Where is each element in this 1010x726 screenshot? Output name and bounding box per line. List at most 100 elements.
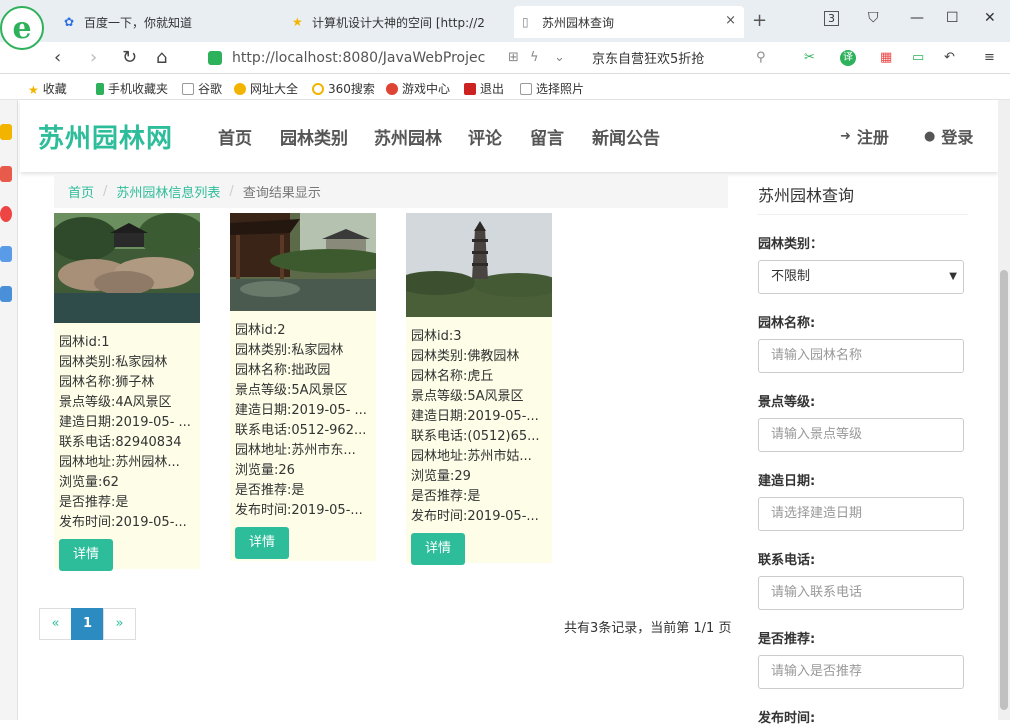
address-bar: ‹ › ↻ ⌂ http://localhost:8080/JavaWebPro… — [0, 42, 1010, 74]
nav-garden-category[interactable]: 园林类别 — [280, 124, 348, 149]
tab-suzhou-query[interactable]: ▯ 苏州园林查询 × — [514, 6, 744, 38]
prev-page-button[interactable]: « — [39, 608, 72, 640]
garden-address: 园林地址:苏州市东... — [235, 443, 356, 458]
bookmark-favorites[interactable]: ★ 收藏 — [28, 80, 67, 97]
garden-phone: 联系电话:(0512)65... — [411, 429, 540, 444]
breadcrumb-list[interactable]: 苏州园林信息列表 — [116, 182, 220, 201]
garden-level: 景点等级:5A风景区 — [235, 383, 348, 398]
sign-in-icon: ➜ — [840, 128, 851, 144]
garden-info: 园林id:1 园林类别:私家园林 园林名称:狮子林 景点等级:4A风景区 建造日… — [54, 327, 200, 533]
file-icon[interactable] — [0, 286, 12, 302]
bookmark-logout[interactable]: 退出 — [464, 80, 504, 97]
new-tab-button[interactable]: + — [752, 10, 767, 31]
undo-icon[interactable]: ↶ — [944, 50, 955, 65]
bookmark-label: 退出 — [480, 82, 505, 96]
garden-views: 浏览量:26 — [235, 463, 295, 478]
star-icon[interactable] — [0, 124, 12, 140]
forward-icon[interactable]: › — [90, 47, 97, 68]
register-link[interactable]: ➜ 注册 — [840, 124, 889, 148]
bookmark-label: 选择照片 — [536, 82, 585, 96]
plus-circle-icon — [234, 82, 246, 95]
window-close-icon[interactable]: ✕ — [984, 10, 996, 26]
detail-button[interactable]: 详情 — [235, 527, 289, 559]
phone-label: 联系电话: — [758, 553, 816, 568]
garden-address: 园林地址:苏州园林... — [59, 455, 180, 470]
close-icon[interactable]: × — [725, 13, 736, 28]
back-icon[interactable]: ‹ — [54, 47, 61, 68]
breadcrumb-separator: / — [103, 183, 108, 199]
bookmark-sites[interactable]: 网址大全 — [234, 80, 298, 97]
battery-icon[interactable]: ▭ — [912, 50, 924, 65]
menu-icon[interactable]: ≡ — [984, 50, 995, 65]
lightning-icon[interactable]: ϟ — [530, 50, 539, 65]
breadcrumb: 首页 / 苏州园林信息列表 / 查询结果显示 — [54, 174, 728, 208]
detail-button[interactable]: 详情 — [411, 533, 465, 565]
reload-icon[interactable]: ↻ — [122, 47, 137, 68]
category-label: 园林类别： — [758, 237, 824, 252]
maximize-icon[interactable]: ☐ — [946, 10, 959, 26]
bookmark-games[interactable]: 游戏中心 — [386, 80, 450, 97]
bookmark-mobile[interactable]: 手机收藏夹 — [96, 80, 168, 97]
bookmark-google[interactable]: 谷歌 — [182, 80, 222, 97]
garden-photo[interactable] — [396, 213, 562, 317]
bookmark-label: 网址大全 — [250, 82, 299, 96]
garden-build-date: 建造日期:2019-05-... — [411, 409, 539, 424]
notes-icon[interactable] — [0, 166, 12, 182]
nav-news[interactable]: 新闻公告 — [592, 124, 660, 149]
minimize-icon[interactable]: — — [910, 10, 924, 26]
breadcrumb-current: 查询结果显示 — [242, 185, 321, 201]
garden-photo[interactable] — [50, 213, 206, 323]
chevron-down-icon[interactable]: ⌄ — [554, 50, 565, 65]
search-icon[interactable]: ⚲ — [756, 50, 766, 65]
garden-name: 园林名称:虎丘 — [411, 369, 494, 384]
site-brand[interactable]: 苏州园林网 — [38, 118, 173, 155]
garden-name-input[interactable]: 请输入园林名称 — [758, 339, 964, 373]
chat-icon[interactable] — [0, 246, 12, 262]
build-date-label: 建造日期: — [758, 474, 816, 489]
nav-messages[interactable]: 留言 — [530, 124, 564, 149]
page-1-button[interactable]: 1 — [71, 608, 104, 640]
garden-phone: 联系电话:0512-962... — [235, 423, 367, 438]
tab-baidu[interactable]: ✿ 百度一下，你就知道 — [56, 6, 276, 38]
level-label: 景点等级: — [758, 395, 816, 410]
scissors-icon[interactable]: ✂ — [804, 50, 815, 65]
weibo-icon[interactable] — [0, 206, 12, 222]
search-box[interactable]: 京东自营狂欢5折抢 — [592, 48, 704, 67]
grid-icon[interactable]: ⊞ — [508, 50, 519, 65]
tab-label: 苏州园林查询 — [542, 15, 615, 30]
publish-time-label: 发布时间: — [758, 711, 816, 726]
bookmark-photos[interactable]: 选择照片 — [520, 80, 584, 97]
garden-name: 园林名称:狮子林 — [59, 375, 155, 390]
nav-home[interactable]: 首页 — [218, 124, 252, 149]
nav-suzhou-gardens[interactable]: 苏州园林 — [374, 124, 442, 149]
phone-input[interactable]: 请输入联系电话 — [758, 576, 964, 610]
category-select[interactable]: 不限制 ▼ — [758, 260, 964, 294]
apps-icon[interactable]: ▦ — [880, 50, 892, 65]
home-icon[interactable]: ⌂ — [156, 47, 167, 68]
scrollbar-thumb[interactable] — [1000, 270, 1008, 710]
garden-photo[interactable] — [230, 213, 390, 311]
level-input[interactable]: 请输入景点等级 — [758, 418, 964, 452]
next-page-button[interactable]: » — [103, 608, 136, 640]
garden-phone: 联系电话:82940834 — [59, 435, 182, 450]
tab-count-icon[interactable]: 3 — [824, 11, 839, 26]
bookmarks-bar: ★ 收藏 手机收藏夹 谷歌 网址大全 360搜索 游戏中心 退出 选择照片 — [0, 74, 1010, 100]
garden-info: 园林id:2 园林类别:私家园林 园林名称:拙政园 景点等级:5A风景区 建造日… — [230, 315, 376, 521]
detail-button[interactable]: 详情 — [59, 539, 113, 571]
bookmark-360[interactable]: 360搜索 — [312, 80, 375, 97]
build-date-input[interactable]: 请选择建造日期 — [758, 497, 964, 531]
garden-card: 园林id:3 园林类别:佛教园林 园林名称:虎丘 景点等级:5A风景区 建造日期… — [396, 213, 562, 565]
page-scrollbar[interactable] — [998, 100, 1010, 720]
tab-blog[interactable]: ★ 计算机设计大神的空间 [http://2 — [284, 6, 508, 38]
translate-icon[interactable]: 译 — [840, 50, 856, 66]
game-icon — [386, 82, 398, 95]
breadcrumb-home[interactable]: 首页 — [68, 182, 94, 201]
recommended-input[interactable]: 请输入是否推荐 — [758, 655, 964, 689]
chevron-down-icon: ▼ — [949, 271, 957, 282]
nav-comments[interactable]: 评论 — [468, 124, 502, 149]
url-field[interactable]: http://localhost:8080/JavaWebProjec — [208, 46, 578, 70]
star-icon: ★ — [292, 15, 303, 29]
login-link[interactable]: ● 登录 — [924, 124, 973, 148]
bookmark-label: 收藏 — [42, 82, 67, 96]
shirt-skin-icon[interactable]: ⛉ — [868, 10, 879, 26]
